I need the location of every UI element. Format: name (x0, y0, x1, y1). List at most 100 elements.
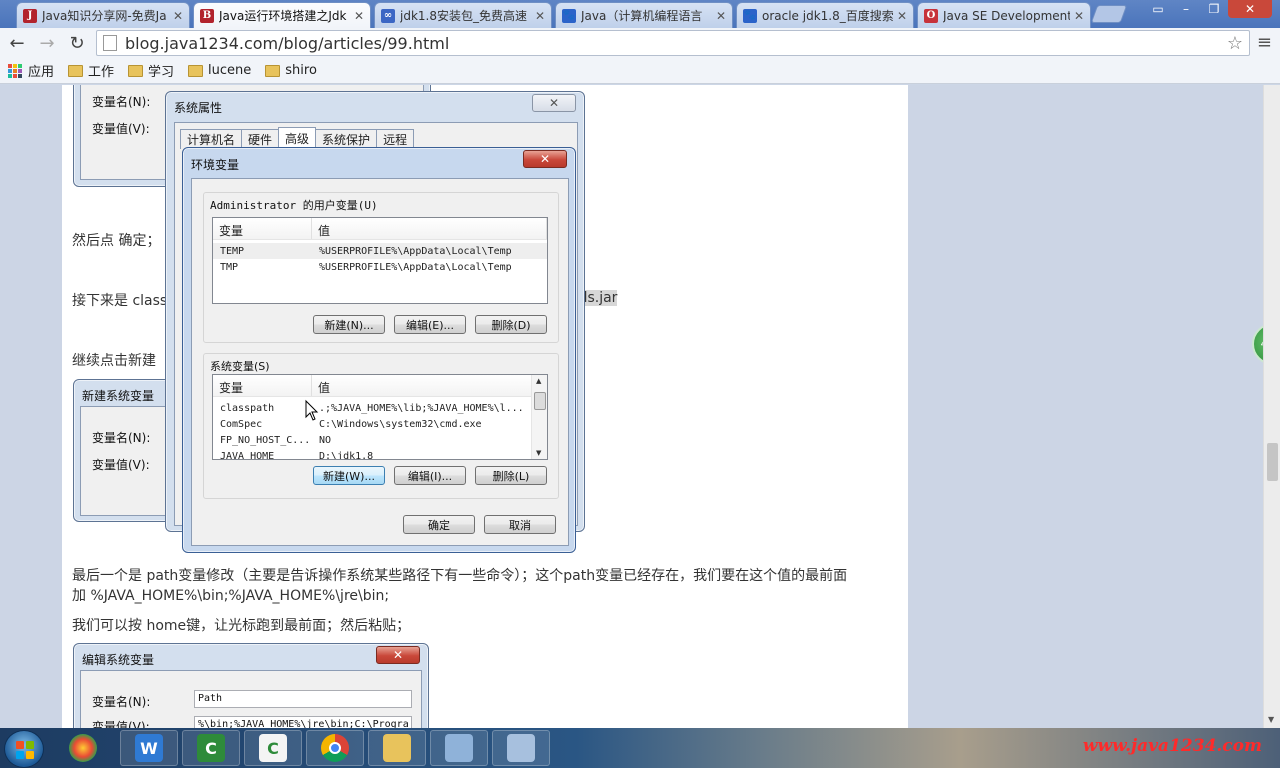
article-content: 变量名(N): 变量值(V): 然后点 确定； 接下来是 class ols.j… (62, 85, 908, 728)
taskbar-app-camtasia-2[interactable]: C (244, 730, 302, 766)
taskbar-app-control-panel[interactable] (430, 730, 488, 766)
tab-favicon-icon: B (200, 8, 214, 23)
page-scrollbar[interactable]: ▼ (1263, 85, 1280, 728)
paragraph-path-2: 加 %JAVA_HOME%\bin;%JAVA_HOME%\jre\bin; (72, 588, 390, 604)
paragraph-confirm: 然后点 确定； (72, 233, 161, 249)
tab-jdk-download[interactable]: ∞ jdk1.8安装包_免费高速 ✕ (374, 2, 552, 28)
user-new-button[interactable]: 新建(N)... (313, 315, 385, 334)
list-item[interactable]: ComSpec C:\Windows\system32\cmd.exe (213, 416, 533, 432)
ok-button[interactable]: 确定 (403, 515, 475, 534)
tab-computer-name[interactable]: 计算机名 (180, 129, 243, 149)
url-text: blog.java1234.com/blog/articles/99.html (125, 33, 450, 53)
column-header-var[interactable]: 变量 (213, 375, 312, 396)
scroll-down-icon[interactable]: ▼ (1268, 715, 1274, 724)
tab-java-env-setup[interactable]: B Java运行环境搭建之Jdk ✕ (193, 2, 371, 28)
close-icon[interactable]: ✕ (523, 150, 567, 168)
var-name-label: 变量名(N): (92, 431, 151, 445)
tab-favicon-icon: J (23, 8, 37, 23)
close-icon: ✕ (376, 646, 420, 664)
tab-java-se-development[interactable]: O Java SE Development ✕ (917, 2, 1091, 28)
colorful-app-icon (69, 734, 97, 762)
close-window-button[interactable]: ✕ (1228, 0, 1272, 18)
taskbar-app-word[interactable]: W (120, 730, 178, 766)
list-item[interactable]: FP_NO_HOST_C... NO (213, 432, 533, 448)
chrome-menu-icon[interactable]: ≡ (1257, 32, 1272, 53)
bookmark-folder-lucene[interactable]: lucene (188, 63, 251, 78)
bookmark-folder-shiro[interactable]: shiro (265, 63, 317, 78)
scroll-down-icon[interactable]: ▼ (536, 449, 541, 457)
system-delete-button[interactable]: 删除(L) (475, 466, 547, 485)
tab-close-icon[interactable]: ✕ (535, 9, 545, 23)
environment-variables-dialog: 环境变量 ✕ Administrator 的用户变量(U) 变量 值 TEMP … (182, 147, 576, 553)
dialog-title: 编辑系统变量 (82, 653, 155, 667)
tab-oracle-jdk-search[interactable]: 🐾 oracle jdk1.8_百度搜索 ✕ (736, 2, 914, 28)
bookmark-folder-study[interactable]: 学习 (128, 61, 174, 80)
system-edit-button[interactable]: 编辑(I)... (394, 466, 466, 485)
tab-close-icon[interactable]: ✕ (897, 9, 907, 23)
cancel-button[interactable]: 取消 (484, 515, 556, 534)
taskbar-app-explorer[interactable] (368, 730, 426, 766)
user-variables-list[interactable]: 变量 值 TEMP %USERPROFILE%\AppData\Local\Te… (212, 217, 548, 304)
list-scrollbar[interactable]: ▲ ▼ (531, 375, 547, 459)
tab-hardware[interactable]: 硬件 (241, 129, 280, 149)
column-header-value[interactable]: 值 (312, 375, 533, 396)
tab-label: Java（计算机编程语言 (581, 9, 703, 23)
taskbar-app-camtasia-1[interactable]: C (182, 730, 240, 766)
list-item[interactable]: TEMP %USERPROFILE%\AppData\Local\Temp (213, 243, 547, 259)
tab-close-icon[interactable]: ✕ (173, 9, 183, 23)
list-item[interactable]: classpath .;%JAVA_HOME%\lib;%JAVA_HOME%\… (213, 400, 533, 416)
user-edit-button[interactable]: 编辑(E)... (394, 315, 466, 334)
tab-java-baike[interactable]: 🐾 Java（计算机编程语言 ✕ (555, 2, 733, 28)
tab-label: Java知识分享网-免费Ja (42, 9, 167, 23)
user-icon[interactable]: ▭ (1144, 0, 1172, 18)
tab-close-icon[interactable]: ✕ (716, 9, 726, 23)
tab-system-protection[interactable]: 系统保护 (315, 129, 378, 149)
new-tab-button[interactable] (1090, 5, 1128, 23)
column-header-var[interactable]: 变量 (213, 218, 312, 239)
list-item[interactable]: JAVA_HOME D:\jdk1.8 (213, 448, 533, 460)
system-new-button[interactable]: 新建(W)... (313, 466, 385, 485)
maximize-button[interactable]: ❐ (1200, 0, 1228, 18)
paragraph-classpath-start: 接下来是 class (72, 293, 168, 309)
user-delete-button[interactable]: 删除(D) (475, 315, 547, 334)
tab-java-knowledge[interactable]: J Java知识分享网-免费Ja ✕ (16, 2, 190, 28)
taskbar-app-system[interactable] (492, 730, 550, 766)
back-arrow-icon[interactable]: ← (4, 30, 30, 56)
minimize-button[interactable]: – (1172, 0, 1200, 18)
bookmark-star-icon[interactable]: ☆ (1227, 33, 1243, 54)
list-item[interactable]: TMP %USERPROFILE%\AppData\Local\Temp (213, 259, 547, 275)
tab-close-icon[interactable]: ✕ (354, 9, 364, 23)
user-variables-label: Administrator 的用户变量(U) (210, 199, 378, 212)
close-icon[interactable]: ✕ (532, 94, 576, 112)
tab-advanced[interactable]: 高级 (278, 127, 317, 149)
paragraph-path-1: 最后一个是 path变量修改（主要是告诉操作系统某些路径下有一些命令）；这个pa… (72, 568, 848, 584)
tab-label: Java运行环境搭建之Jdk (219, 9, 347, 23)
scroll-up-icon[interactable]: ▲ (536, 377, 541, 385)
start-button[interactable] (4, 730, 44, 768)
forward-arrow-icon[interactable]: → (34, 30, 60, 56)
scroll-thumb[interactable] (1267, 443, 1278, 481)
tab-close-icon[interactable]: ✕ (1074, 9, 1084, 23)
page-viewport: 变量名(N): 变量值(V): 然后点 确定； 接下来是 class ols.j… (0, 85, 1280, 728)
tab-label: Java SE Development (943, 8, 1070, 23)
system-variables-group: 系统变量(S) 变量 值 classpath .;%JAVA_HOME%\lib… (203, 353, 559, 499)
column-header-value[interactable]: 值 (312, 218, 547, 239)
baidu-paw-icon: 🐾 (562, 8, 576, 23)
reload-icon[interactable]: ↻ (64, 30, 90, 56)
paragraph-continue-new: 继续点击新建 (72, 353, 156, 369)
taskbar-app-colorful[interactable] (54, 730, 112, 766)
var-value-label: 变量值(V): (92, 458, 150, 472)
bookmark-apps[interactable]: 应用 (8, 61, 54, 80)
bookmark-folder-work[interactable]: 工作 (68, 61, 114, 80)
computer-icon (507, 734, 535, 762)
address-bar[interactable]: blog.java1234.com/blog/articles/99.html … (96, 30, 1250, 56)
tab-remote[interactable]: 远程 (376, 129, 415, 149)
paragraph-home-key: 我们可以按 home键，让光标跑到最前面；然后粘贴； (72, 618, 411, 634)
browser-toolbar: ← → ↻ blog.java1234.com/blog/articles/99… (0, 28, 1280, 58)
scroll-thumb[interactable] (534, 392, 546, 410)
taskbar-app-chrome[interactable] (306, 730, 364, 766)
system-variables-list[interactable]: 变量 值 classpath .;%JAVA_HOME%\lib;%JAVA_H… (212, 374, 548, 460)
windows-logo-icon (16, 741, 34, 759)
tab-favicon-icon: ∞ (381, 8, 395, 23)
oracle-icon: O (924, 8, 938, 23)
